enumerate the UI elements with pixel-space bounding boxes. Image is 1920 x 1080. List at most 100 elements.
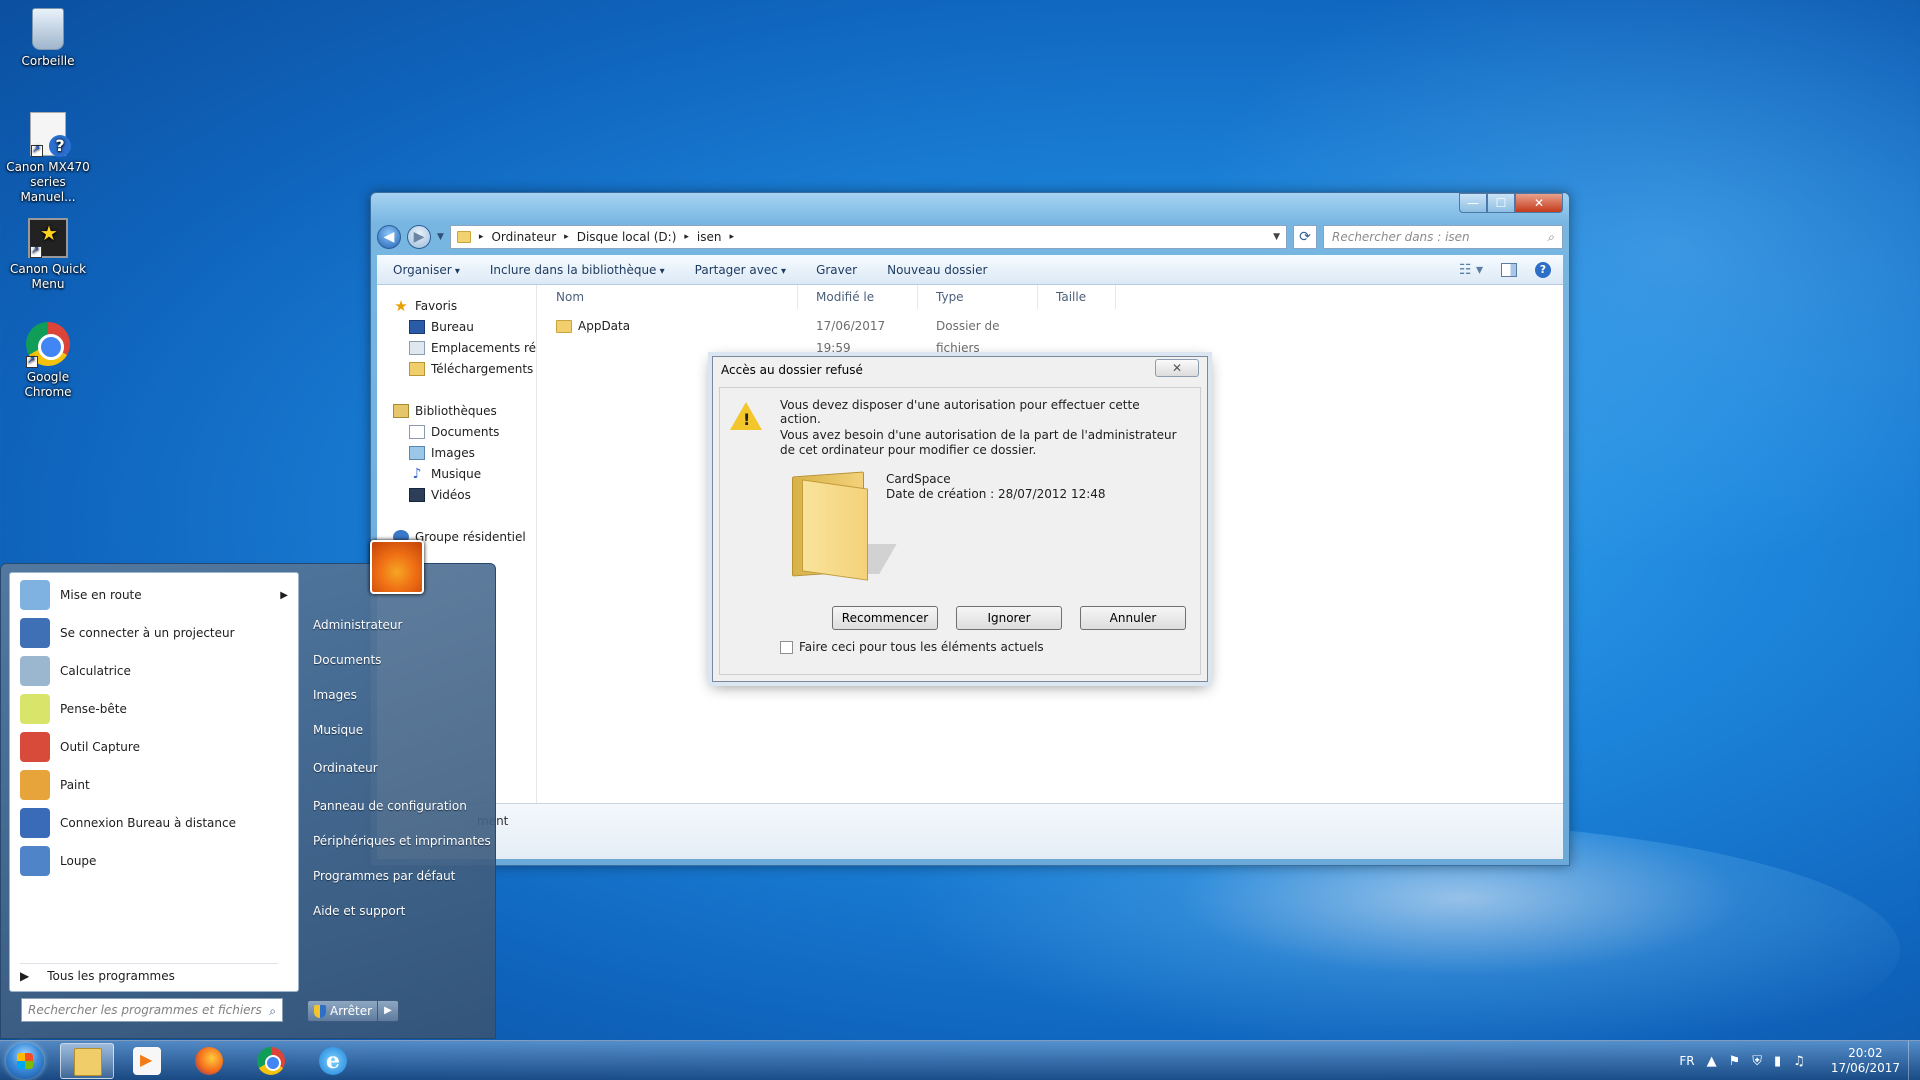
security-icon[interactable]: ⛨ xyxy=(1752,1054,1762,1069)
nav-item-music[interactable]: ♪ Musique xyxy=(377,463,536,484)
start-link-computer[interactable]: Ordinateur xyxy=(313,761,378,775)
address-bar[interactable]: ▸ Ordinateur ▸ Disque local (D:) ▸ isen … xyxy=(449,225,1287,249)
start-item-sticky-notes[interactable]: Pense-bête xyxy=(10,691,300,727)
start-item-snipping-tool[interactable]: Outil Capture xyxy=(10,729,300,765)
breadcrumb-computer[interactable]: Ordinateur xyxy=(491,230,556,244)
start-item-projector[interactable]: Se connecter à un projecteur xyxy=(10,615,300,651)
start-button[interactable] xyxy=(6,1043,44,1079)
nav-label: Emplacements récents xyxy=(431,340,536,355)
desktop-icon-canon-quick-menu[interactable]: Canon Quick Menu xyxy=(4,218,92,292)
show-hidden-icons-icon[interactable]: ▲ xyxy=(1707,1054,1717,1069)
column-header-size[interactable]: Taille xyxy=(1038,285,1116,309)
taskbar-chrome[interactable] xyxy=(244,1043,298,1079)
dialog-close-button[interactable]: ✕ xyxy=(1155,359,1199,377)
start-link-documents[interactable]: Documents xyxy=(313,653,381,667)
refresh-button[interactable]: ⟳ xyxy=(1293,225,1317,249)
start-item-label: Outil Capture xyxy=(60,740,140,754)
include-in-library-menu[interactable]: Inclure dans la bibliothèque xyxy=(490,263,665,277)
apply-to-all-checkbox[interactable]: Faire ceci pour tous les éléments actuel… xyxy=(780,640,1044,654)
checkbox[interactable] xyxy=(780,640,793,654)
nav-item-recent-places[interactable]: Emplacements récents xyxy=(377,337,536,358)
nav-label: Favoris xyxy=(415,298,458,313)
start-item-paint[interactable]: Paint xyxy=(10,767,300,803)
volume-icon[interactable]: ♫ xyxy=(1793,1054,1805,1069)
shortcut-arrow-icon xyxy=(26,353,38,368)
nav-item-desktop[interactable]: Bureau xyxy=(377,316,536,337)
taskbar-media-player[interactable] xyxy=(120,1043,174,1079)
network-icon[interactable]: ▮ xyxy=(1774,1054,1781,1069)
nav-item-documents[interactable]: Documents xyxy=(377,421,536,442)
language-indicator[interactable]: FR xyxy=(1679,1054,1694,1068)
organize-menu[interactable]: Organiser xyxy=(393,263,460,277)
breadcrumb-separator: ▸ xyxy=(684,232,689,242)
desktop-icon-google-chrome[interactable]: Google Chrome xyxy=(4,322,92,400)
minimize-button[interactable]: — xyxy=(1459,193,1487,213)
search-input[interactable]: Rechercher dans : isen ⌕ xyxy=(1323,225,1563,249)
shortcut-arrow-icon xyxy=(30,243,42,258)
recent-pages-dropdown[interactable]: ▼ xyxy=(437,232,444,242)
arrow-right-icon: ▶ xyxy=(20,969,30,983)
maximize-button[interactable]: ☐ xyxy=(1487,193,1515,213)
taskbar-internet-explorer[interactable]: e xyxy=(306,1043,360,1079)
action-center-flag-icon[interactable]: ⚑ xyxy=(1729,1054,1741,1069)
start-search-input[interactable]: Rechercher les programmes et fichiers ⌕ xyxy=(21,998,283,1022)
nav-libraries[interactable]: Bibliothèques xyxy=(377,400,536,421)
start-link-music[interactable]: Musique xyxy=(313,723,363,737)
clock[interactable]: 20:02 17/06/2017 xyxy=(1831,1046,1900,1076)
nav-item-images[interactable]: Images xyxy=(377,442,536,463)
user-avatar[interactable] xyxy=(370,540,424,594)
column-header-name[interactable]: Nom xyxy=(538,285,798,309)
chrome-icon xyxy=(26,322,70,368)
cancel-button[interactable]: Annuler xyxy=(1080,606,1186,630)
preview-pane-icon[interactable] xyxy=(1501,262,1517,277)
start-link-devices-printers[interactable]: Périphériques et imprimantes xyxy=(313,834,491,848)
column-header-type[interactable]: Type xyxy=(918,285,1038,309)
dialog-item-info: CardSpace Date de création : 28/07/2012 … xyxy=(886,472,1106,502)
breadcrumb-isen[interactable]: isen xyxy=(697,230,722,244)
start-item-calculator[interactable]: Calculatrice xyxy=(10,653,300,689)
shortcut-arrow-icon xyxy=(31,142,43,157)
show-desktop-button[interactable] xyxy=(1908,1041,1920,1080)
help-icon[interactable]: ? xyxy=(1535,261,1551,278)
burn-button[interactable]: Graver xyxy=(816,263,857,277)
start-link-control-panel[interactable]: Panneau de configuration xyxy=(313,799,467,813)
remote-desktop-icon xyxy=(20,808,50,838)
desktop-icon-recycle-bin[interactable]: Corbeille xyxy=(4,8,92,69)
address-history-dropdown[interactable]: ▼ xyxy=(1273,232,1280,242)
change-view-icon[interactable]: ☷ ▾ xyxy=(1459,262,1483,278)
command-bar: Organiser Inclure dans la bibliothèque P… xyxy=(377,255,1563,285)
start-item-getting-started[interactable]: Mise en route ▶ xyxy=(10,577,300,613)
desktop-icon-canon-manual[interactable]: Canon MX470 series Manuel... xyxy=(4,112,92,205)
firefox-icon xyxy=(195,1047,223,1075)
start-link-administrator[interactable]: Administrateur xyxy=(313,618,402,632)
share-with-menu[interactable]: Partager avec xyxy=(695,263,786,277)
nav-item-downloads[interactable]: Téléchargements xyxy=(377,358,536,379)
folder-icon xyxy=(456,231,471,243)
breadcrumb-local-disk[interactable]: Disque local (D:) xyxy=(577,230,677,244)
taskbar-explorer[interactable] xyxy=(60,1043,114,1079)
nav-item-videos[interactable]: Vidéos xyxy=(377,484,536,505)
new-folder-button[interactable]: Nouveau dossier xyxy=(887,263,987,277)
all-programs-button[interactable]: ▶ Tous les programmes xyxy=(20,969,175,983)
taskbar-firefox[interactable] xyxy=(182,1043,236,1079)
start-link-default-programs[interactable]: Programmes par défaut xyxy=(313,869,455,883)
forward-button[interactable]: ▶ xyxy=(407,225,431,249)
shutdown-button[interactable]: Arrêter ▶ xyxy=(307,1000,399,1022)
nav-label: Musique xyxy=(431,466,482,481)
nav-label: Téléchargements xyxy=(431,361,534,376)
start-link-images[interactable]: Images xyxy=(313,688,357,702)
shutdown-label-area[interactable]: Arrêter xyxy=(308,1001,378,1021)
start-item-magnifier[interactable]: Loupe xyxy=(10,843,300,879)
shutdown-options-arrow[interactable]: ▶ xyxy=(378,1001,398,1021)
canon-quick-menu-icon xyxy=(28,218,68,258)
nav-favorites[interactable]: ★ Favoris xyxy=(377,295,536,316)
start-link-help-support[interactable]: Aide et support xyxy=(313,904,405,918)
start-item-remote-desktop[interactable]: Connexion Bureau à distance xyxy=(10,805,300,841)
back-button[interactable]: ◀ xyxy=(377,225,401,249)
file-row[interactable]: AppData 17/06/2017 19:59 Dossier de fich… xyxy=(538,315,1116,355)
retry-button[interactable]: Recommencer xyxy=(832,606,938,630)
skip-button[interactable]: Ignorer xyxy=(956,606,1062,630)
close-button[interactable]: ✕ xyxy=(1515,193,1563,213)
column-header-modified[interactable]: Modifié le xyxy=(798,285,918,309)
all-programs-label: Tous les programmes xyxy=(47,969,175,983)
